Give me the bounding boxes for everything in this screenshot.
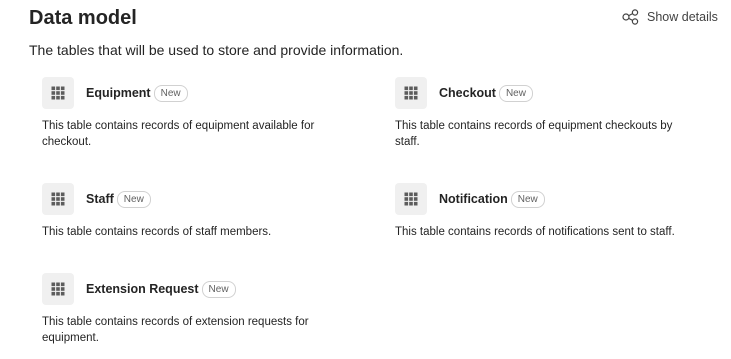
table-name: Checkout — [439, 86, 496, 100]
table-grid-icon — [395, 183, 427, 215]
table-grid-icon — [42, 77, 74, 109]
table-grid-icon — [42, 183, 74, 215]
show-details-button[interactable]: Show details — [622, 7, 718, 27]
table-name: Staff — [86, 192, 114, 206]
page-title: Data model — [29, 7, 137, 29]
new-badge: New — [498, 84, 533, 102]
new-badge: New — [116, 190, 151, 208]
table-name: Extension Request — [86, 282, 199, 296]
table-grid-icon — [395, 77, 427, 109]
share-nodes-icon — [622, 9, 640, 25]
table-description: This table contains records of staff mem… — [42, 226, 272, 238]
table-card-header: Equipment New — [42, 77, 352, 109]
table-description: This table contains records of extension… — [42, 316, 309, 344]
new-badge: New — [201, 280, 236, 298]
table-card-header: Staff New — [42, 183, 352, 215]
table-card-checkout[interactable]: Checkout New This table contains records… — [395, 77, 705, 150]
table-card-header: Notification New — [395, 183, 705, 215]
table-card-extension-request[interactable]: Extension Request New This table contain… — [42, 273, 352, 346]
table-grid-icon — [42, 273, 74, 305]
table-card-header: Extension Request New — [42, 273, 352, 305]
table-card-notification[interactable]: Notification New This table contains rec… — [395, 183, 705, 241]
table-card-header: Checkout New — [395, 77, 705, 109]
page-subtitle: The tables that will be used to store an… — [29, 42, 404, 58]
table-name: Equipment — [86, 86, 151, 100]
show-details-label: Show details — [647, 10, 718, 24]
table-description: This table contains records of notificat… — [395, 226, 675, 238]
new-badge: New — [510, 190, 545, 208]
table-card-equipment[interactable]: Equipment New This table contains record… — [42, 77, 352, 150]
table-name: Notification — [439, 192, 508, 206]
table-description: This table contains records of equipment… — [395, 120, 673, 148]
table-card-staff[interactable]: Staff New This table contains records of… — [42, 183, 352, 241]
table-description: This table contains records of equipment… — [42, 120, 315, 148]
new-badge: New — [153, 84, 188, 102]
